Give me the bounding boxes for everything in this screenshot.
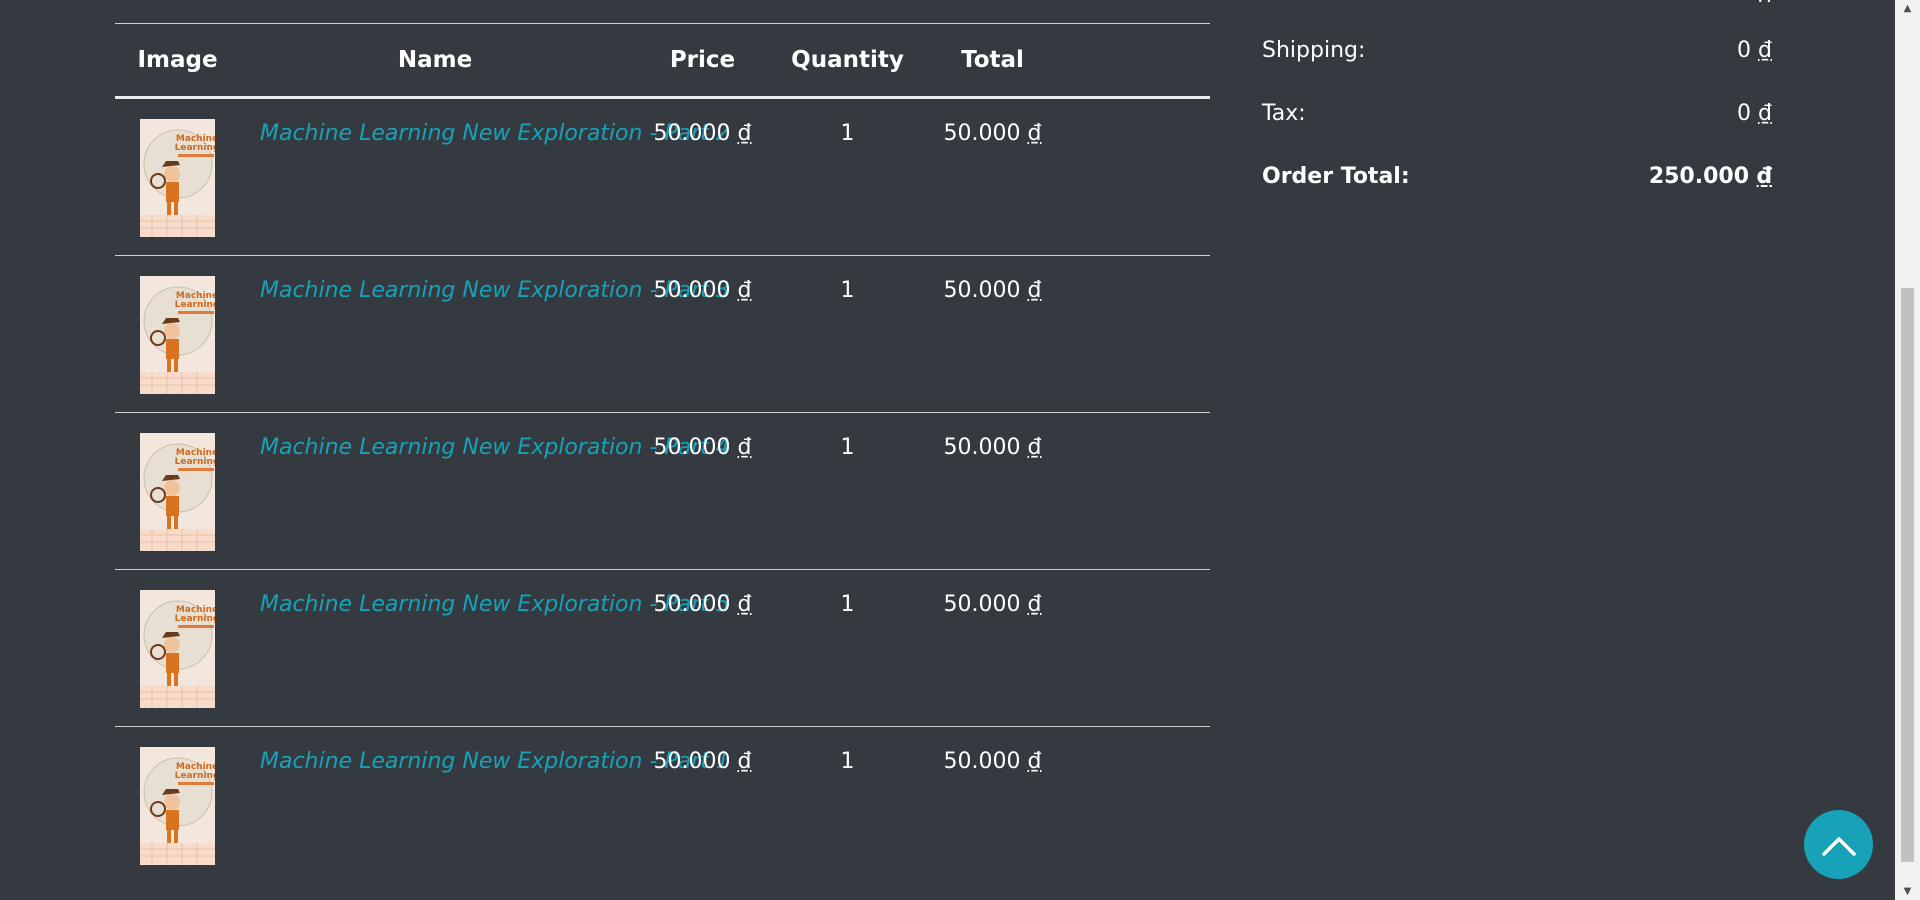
checkout-page: Image Name Price Quantity Total Machine … xyxy=(0,0,1920,900)
currency-symbol: ₫ xyxy=(1758,0,1772,2)
shipping-value: 0 xyxy=(1737,38,1751,63)
product-image-cell: Machine Learning xyxy=(115,570,240,708)
price-value: 50.000 xyxy=(653,592,731,617)
back-to-top-button[interactable] xyxy=(1804,810,1873,879)
svg-text:Learning: Learning xyxy=(175,300,215,310)
product-name-cell: Machine Learning New Exploration - Part … xyxy=(240,256,730,303)
table-row: Machine Learning Machine Learning New Ex… xyxy=(115,99,1210,256)
product-price: 50.000 ₫ xyxy=(630,256,775,303)
order-total-amount: 250.000 ₫ xyxy=(1649,164,1772,189)
header-image: Image xyxy=(137,47,218,73)
product-quantity: 1 xyxy=(840,121,855,146)
book-cover-thumbnail[interactable]: Machine Learning xyxy=(140,590,215,708)
currency-symbol: ₫ xyxy=(737,278,752,303)
order-total-value: 250.000 xyxy=(1648,164,1750,189)
chevron-up-icon xyxy=(1821,836,1856,856)
shipping-label: Shipping: xyxy=(1262,38,1366,63)
header-price: Price xyxy=(669,47,736,73)
shipping-row: Shipping: 0 ₫ xyxy=(1262,38,1772,63)
product-price: 50.000 ₫ xyxy=(630,99,775,146)
order-total-label: Order Total: xyxy=(1262,164,1410,189)
book-cover-thumbnail[interactable]: Machine Learning xyxy=(140,119,215,237)
product-name-cell: Machine Learning New Exploration - Part … xyxy=(240,570,730,617)
book-cover-thumbnail[interactable]: Machine Learning xyxy=(140,433,215,551)
order-items-list: Machine Learning Machine Learning New Ex… xyxy=(115,99,1210,883)
currency-symbol: ₫ xyxy=(1027,749,1042,774)
total-value: 50.000 xyxy=(943,278,1021,303)
total-value: 50.000 xyxy=(943,435,1021,460)
tax-value: 0 xyxy=(1737,101,1751,126)
price-value: 50.000 xyxy=(653,278,731,303)
tax-row: Tax: 0 ₫ xyxy=(1262,101,1772,126)
header-quantity: Quantity xyxy=(791,47,904,73)
total-value: 50.000 xyxy=(943,592,1021,617)
product-quantity: 1 xyxy=(840,278,855,303)
table-row: Machine Learning Machine Learning New Ex… xyxy=(115,256,1210,413)
svg-text:Learning: Learning xyxy=(175,457,215,467)
table-header: Image Name Price Quantity Total xyxy=(115,24,1210,99)
currency-symbol: ₫ xyxy=(1027,435,1042,460)
currency-symbol: ₫ xyxy=(1758,38,1772,63)
product-total: 50.000 ₫ xyxy=(920,256,1065,303)
tax-amount: 0 ₫ xyxy=(1737,101,1772,126)
product-quantity: 1 xyxy=(840,749,855,774)
currency-symbol: ₫ xyxy=(737,435,752,460)
header-total: Total xyxy=(961,47,1024,73)
product-name-cell: Machine Learning New Exploration - Part … xyxy=(240,99,730,146)
shipping-amount: 0 ₫ xyxy=(1737,38,1772,63)
svg-text:Learning: Learning xyxy=(175,771,215,781)
svg-text:Learning: Learning xyxy=(175,143,215,153)
order-total-row: Order Total: 250.000 ₫ xyxy=(1262,164,1772,189)
vertical-scrollbar[interactable]: ▲ ▼ xyxy=(1895,0,1920,900)
currency-symbol: ₫ xyxy=(1027,278,1042,303)
product-image-cell: Machine Learning xyxy=(115,256,240,394)
product-price: 50.000 ₫ xyxy=(630,413,775,460)
product-image-cell: Machine Learning xyxy=(115,413,240,551)
tax-label: Tax: xyxy=(1262,101,1306,126)
scroll-up-arrow-icon[interactable]: ▲ xyxy=(1895,0,1920,17)
product-name-cell: Machine Learning New Exploration - Part … xyxy=(240,413,730,460)
book-cover-thumbnail[interactable]: Machine Learning xyxy=(140,747,215,865)
total-value: 50.000 xyxy=(943,121,1021,146)
product-total: 50.000 ₫ xyxy=(920,570,1065,617)
currency-symbol: ₫ xyxy=(737,749,752,774)
currency-symbol: ₫ xyxy=(737,121,752,146)
header-name: Name xyxy=(397,47,473,73)
price-value: 50.000 xyxy=(653,749,731,774)
table-row: Machine Learning Machine Learning New Ex… xyxy=(115,727,1210,883)
product-price: 50.000 ₫ xyxy=(630,570,775,617)
product-name-cell: Machine Learning New Exploration - Part … xyxy=(240,727,730,774)
product-quantity: 1 xyxy=(840,435,855,460)
scroll-down-arrow-icon[interactable]: ▼ xyxy=(1895,883,1920,900)
product-total: 50.000 ₫ xyxy=(920,99,1065,146)
currency-symbol: ₫ xyxy=(737,592,752,617)
product-image-cell: Machine Learning xyxy=(115,727,240,865)
currency-symbol: ₫ xyxy=(1027,592,1042,617)
product-price: 50.000 ₫ xyxy=(630,727,775,774)
currency-symbol: ₫ xyxy=(1758,101,1772,126)
scrollbar-thumb[interactable] xyxy=(1901,288,1914,862)
table-row: Machine Learning Machine Learning New Ex… xyxy=(115,570,1210,727)
book-cover-thumbnail[interactable]: Machine Learning xyxy=(140,276,215,394)
table-row: Machine Learning Machine Learning New Ex… xyxy=(115,413,1210,570)
svg-text:Learning: Learning xyxy=(175,614,215,624)
price-value: 50.000 xyxy=(653,435,731,460)
product-quantity: 1 xyxy=(840,592,855,617)
price-value: 50.000 xyxy=(653,121,731,146)
product-total: 50.000 ₫ xyxy=(920,727,1065,774)
total-value: 50.000 xyxy=(943,749,1021,774)
product-total: 50.000 ₫ xyxy=(920,413,1065,460)
currency-symbol: ₫ xyxy=(1756,164,1772,189)
product-image-cell: Machine Learning xyxy=(115,99,240,237)
currency-symbol: ₫ xyxy=(1027,121,1042,146)
